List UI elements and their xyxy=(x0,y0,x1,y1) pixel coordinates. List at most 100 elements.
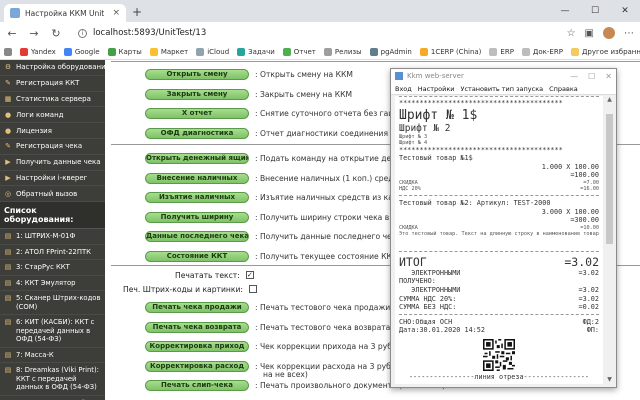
bookmark-item[interactable]: 1CERP (China) xyxy=(419,47,481,56)
receipt-scrollbar[interactable]: ▲ ▼ xyxy=(605,96,614,384)
kkm-menu-item[interactable]: Справка xyxy=(549,85,578,93)
command-button[interactable]: Получить ширину xyxy=(145,211,249,223)
sidebar-item[interactable]: ◎ Обратный вызов xyxy=(0,186,105,203)
tab-title: Настройка ККМ Unit web-серве xyxy=(25,8,107,18)
receipt-font-2: Шрифт № 2 xyxy=(399,122,451,134)
bookmark-other-folder[interactable]: Другое избранное xyxy=(570,47,640,56)
back-icon[interactable]: ← xyxy=(6,27,18,40)
sidebar-item[interactable]: ● Логи команд xyxy=(0,107,105,124)
device-item[interactable]: ▤ 2: АТОЛ FPrint-22ПТК xyxy=(0,245,105,261)
command-button[interactable]: Открыть смену xyxy=(145,69,249,80)
device-label: 4: ККТ Эмулятор xyxy=(16,278,76,287)
forward-icon[interactable]: → xyxy=(28,27,40,40)
sidebar-item-icon: ◎ xyxy=(4,189,12,198)
bookmark-item[interactable]: Задачи xyxy=(237,47,275,56)
command-row: Изъятие наличных: Изъятие наличных средс… xyxy=(145,191,407,204)
close-window-icon[interactable]: ✕ xyxy=(610,0,640,22)
sidebar-item[interactable]: ▦ Статистика сервера xyxy=(0,92,105,108)
bookmark-label: Отчет xyxy=(293,47,316,56)
sidebar-item[interactable]: ▶ Настройки і-кверег xyxy=(0,171,105,187)
command-button[interactable]: Корректировка приход xyxy=(145,341,249,352)
command-description: : Получить текущее состояние ККТ. xyxy=(255,251,399,261)
bookmarks-apps-icon[interactable] xyxy=(4,47,12,56)
sidebar-item[interactable]: ✎ Регистрация чека xyxy=(0,139,105,155)
device-item[interactable]: ▤ 5: Сканер Штрих-кодов (COM) xyxy=(0,291,105,316)
bookmark-item[interactable]: iCloud xyxy=(196,47,229,56)
command-button[interactable]: ОФД диагностика xyxy=(145,127,249,139)
device-icon: ▤ xyxy=(4,318,12,327)
tab-close-icon[interactable]: × xyxy=(112,8,120,18)
print-barcode-checkbox[interactable] xyxy=(248,285,257,293)
command-button[interactable]: Печать чека продажи xyxy=(145,302,249,313)
menu-dots-icon[interactable]: ⋯ xyxy=(624,28,634,39)
device-item[interactable]: ▤ 6: КИТ (КАСБИ): ККТ с передачей данных … xyxy=(0,315,105,348)
device-item[interactable]: ▤ 7: Масса-К xyxy=(0,348,105,364)
site-info-icon[interactable]: i xyxy=(78,28,87,38)
url-field[interactable]: i localhost:5893/UnitTest/13 xyxy=(78,28,557,38)
bookmark-item[interactable]: Google xyxy=(63,47,100,56)
bookmark-item[interactable]: Yandex xyxy=(20,47,56,56)
bookmark-item[interactable]: Отчет xyxy=(282,47,316,56)
sidebar-item-label: Логи команд xyxy=(16,110,64,119)
sidebar-item[interactable]: ▶ Получить данные чека xyxy=(0,155,105,171)
scroll-down-icon[interactable]: ▼ xyxy=(605,376,614,384)
device-item[interactable]: ▤ 4: ККТ Эмулятор xyxy=(0,276,105,292)
command-button[interactable]: X отчет xyxy=(145,108,249,119)
kkm-menu-item[interactable]: Настройки xyxy=(418,85,455,93)
scroll-thumb[interactable] xyxy=(606,114,613,244)
new-tab-button[interactable]: + xyxy=(132,5,142,19)
command-row: ОФД диагностика: Отчет диагностики соеди… xyxy=(145,127,416,140)
device-label: 7: Масса-К xyxy=(16,350,54,359)
device-item[interactable]: ▤ 8: Dreamkas (Viki Print): ККТ с передач… xyxy=(0,363,105,396)
bookmark-item[interactable]: Док-ERP xyxy=(521,47,563,56)
window-controls: — ☐ ✕ xyxy=(550,0,640,22)
reload-icon[interactable]: ↻ xyxy=(50,27,62,40)
kkm-app-icon xyxy=(395,72,403,80)
value: ФД:2 xyxy=(582,317,599,326)
device-item[interactable]: ▤ 3: СтарРус ККТ xyxy=(0,260,105,276)
command-row: Закрыть смену: Закрыть смену на ККМ xyxy=(145,88,352,101)
command-button[interactable]: Внесение наличных xyxy=(145,172,249,184)
bookmark-item[interactable]: Маркет xyxy=(149,47,188,56)
maximize-icon[interactable]: ☐ xyxy=(580,0,610,22)
profile-avatar[interactable] xyxy=(603,27,615,39)
command-description: : Внесение наличных (1 коп.) средств xyxy=(255,173,407,183)
kkm-maximize-icon[interactable]: ☐ xyxy=(588,72,595,81)
kkm-menu-item[interactable]: Вход xyxy=(395,85,412,93)
sidebar-item[interactable]: ✎ Регистрация ККТ xyxy=(0,76,105,92)
command-button[interactable]: Печать слип-чека xyxy=(145,380,249,391)
kkm-close-icon[interactable]: ✕ xyxy=(605,72,612,81)
print-text-checkbox[interactable]: ✓ xyxy=(245,271,254,279)
browser-tab[interactable]: Настройка ККМ Unit web-серве × xyxy=(4,4,126,22)
favorite-star-icon[interactable]: ☆ xyxy=(567,28,576,39)
command-button[interactable]: Закрыть смену xyxy=(145,88,249,100)
bookmark-item[interactable]: Карты xyxy=(107,47,142,56)
kkm-menu-item[interactable]: Установить тип запуска xyxy=(461,85,544,93)
device-item[interactable]: ▤ 1: ШТРИХ-М-01Ф xyxy=(0,229,105,245)
command-row: Открыть смену: Открыть смену на ККМ xyxy=(145,68,353,81)
sidebar-item[interactable]: ● Лицензия xyxy=(0,123,105,139)
minimize-icon[interactable]: — xyxy=(550,0,580,22)
receipt-view: ****************************************… xyxy=(395,96,603,384)
command-row: Данные последнего чека: Получить данные … xyxy=(145,230,401,243)
scroll-up-icon[interactable]: ▲ xyxy=(605,96,614,104)
bookmark-item[interactable]: pgAdmin xyxy=(369,47,412,56)
bookmark-item[interactable]: ERP xyxy=(489,47,514,56)
command-button[interactable]: Состояние ККТ xyxy=(145,250,249,262)
bookmark-label: Док-ERP xyxy=(532,47,563,56)
command-button[interactable]: Открыть денежный ящик xyxy=(145,153,249,164)
command-button[interactable]: Изъятие наличных xyxy=(145,192,249,203)
command-button[interactable]: Данные последнего чека xyxy=(145,231,249,242)
bookmark-label: ERP xyxy=(500,47,514,56)
collections-icon[interactable]: ▣ xyxy=(585,28,594,39)
bookmark-item[interactable]: Релизы xyxy=(323,47,362,56)
kkm-minimize-icon[interactable]: — xyxy=(570,72,578,81)
device-icon: ▤ xyxy=(4,294,12,303)
device-item[interactable]: ▤9: UCS: Платежный xyxy=(0,396,105,400)
command-button[interactable]: Печать чека возврата xyxy=(145,321,249,333)
command-button[interactable]: Корректировка расход xyxy=(145,360,249,372)
sidebar-item[interactable]: ⚙ Настройка оборудования xyxy=(0,60,105,76)
divider xyxy=(111,61,640,62)
value: =10.00 xyxy=(580,224,599,231)
kkm-titlebar: Kkm web-server — ☐ ✕ xyxy=(391,69,616,83)
